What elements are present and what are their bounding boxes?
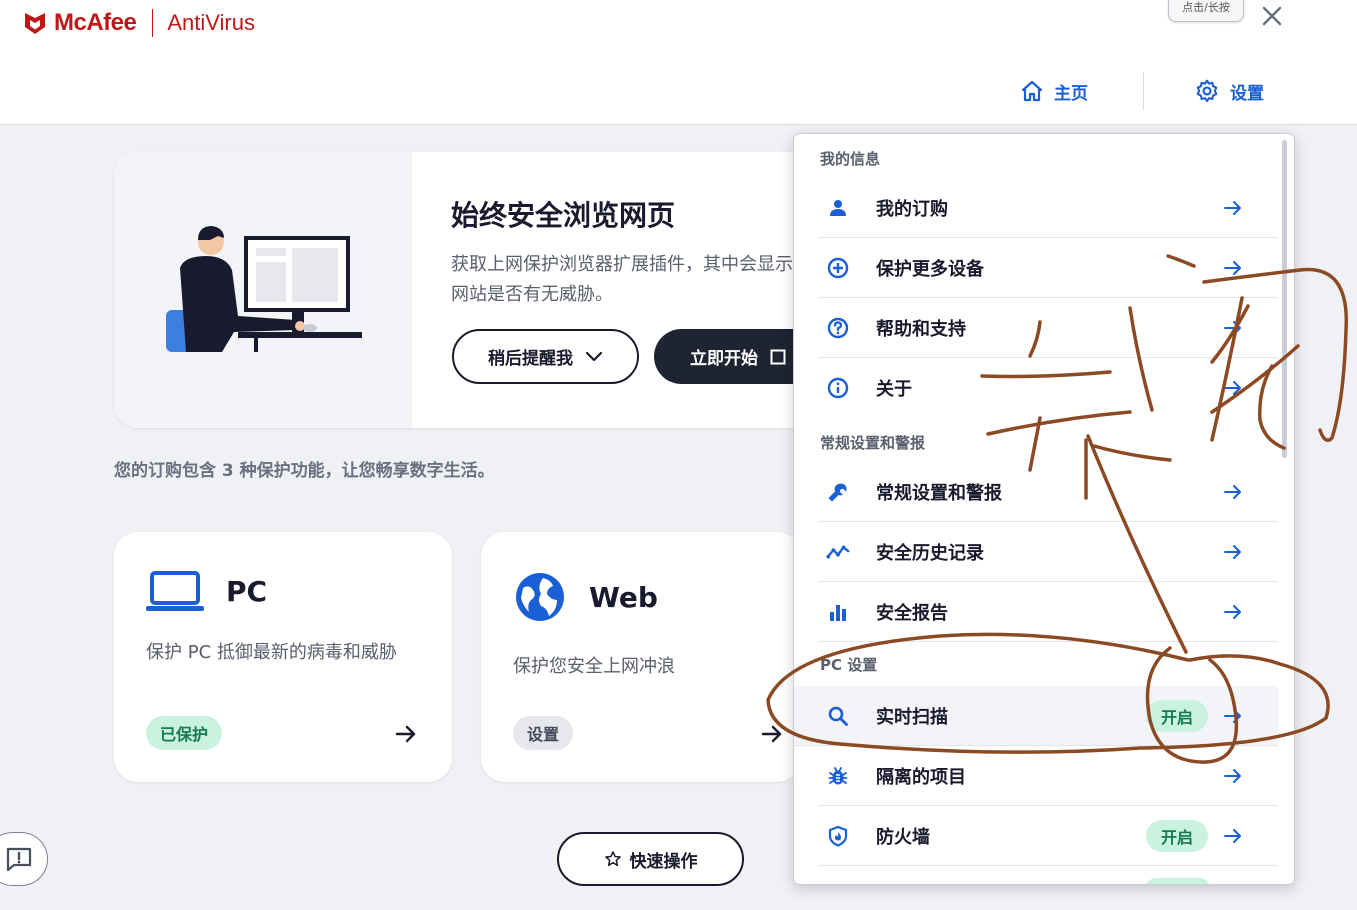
logo-divider <box>152 9 154 37</box>
search-icon <box>826 704 850 728</box>
globe-icon <box>516 573 564 621</box>
mcafee-shield-icon <box>25 13 45 34</box>
protected-badge: 已保护 <box>146 716 223 750</box>
menu-item-quarantined-items[interactable]: 隔离的项目 <box>818 746 1278 806</box>
setup-badge[interactable]: 设置 <box>513 716 574 750</box>
promo-title: 始终安全浏览网页 <box>451 199 676 232</box>
gear-icon <box>1196 79 1218 103</box>
star-icon <box>604 851 621 867</box>
shield-flame-icon <box>826 824 850 848</box>
chevron-down-icon <box>585 351 603 361</box>
menu-item-label: 安全历史记录 <box>876 543 984 564</box>
close-button[interactable] <box>1258 2 1286 30</box>
nav-settings[interactable]: 设置 <box>1194 76 1264 106</box>
person-at-computer-illustration <box>166 226 362 352</box>
pc-card-title: PC <box>226 574 268 608</box>
top-bar: McAfee AntiVirus 点击/长按 主页 设置 <box>0 0 1357 125</box>
product-name: AntiVirus <box>167 10 255 35</box>
menu-item-protect-more-devices[interactable]: 保护更多设备 <box>818 238 1278 298</box>
menu-item-label: 关于 <box>876 379 912 400</box>
start-now-label: 立即开始 <box>690 349 758 369</box>
plus-circle-icon <box>826 256 850 280</box>
menu-scrollbar[interactable] <box>1282 140 1287 458</box>
arrow-right-icon <box>1224 605 1241 619</box>
help-icon <box>826 316 850 340</box>
menu-item-security-report[interactable]: 安全报告 <box>818 582 1278 642</box>
next-item-badge-partial <box>1146 878 1210 884</box>
remind-later-label: 稍后提醒我 <box>488 349 573 369</box>
external-link-icon <box>770 349 786 364</box>
menu-item-my-subscription[interactable]: 我的订购 <box>818 178 1278 238</box>
web-card-header: Web <box>513 570 658 624</box>
menu-item-label: 帮助和支持 <box>876 319 966 340</box>
arrow-right-icon <box>1224 709 1241 723</box>
arrow-right-icon <box>1224 381 1241 395</box>
web-card-title: Web <box>589 580 658 614</box>
arrow-right-icon <box>1224 261 1241 275</box>
promo-card: 始终安全浏览网页 获取上网保护浏览器扩展插件，其中会显示网站是否有无威胁。 稍后… <box>114 152 834 428</box>
menu-item-label: 我的订购 <box>876 199 948 220</box>
section-header-my-info: 我的信息 <box>820 150 881 168</box>
arrow-right-icon <box>1224 545 1241 559</box>
close-icon <box>1262 6 1282 26</box>
promo-description: 获取上网保护浏览器扩展插件，其中会显示网站是否有无威胁。 <box>451 254 793 305</box>
menu-item-about[interactable]: 关于 <box>818 358 1278 418</box>
quick-actions-button[interactable]: 快速操作 <box>557 832 744 886</box>
arrow-right-icon <box>1224 485 1241 499</box>
arrow-right-icon <box>1224 201 1241 215</box>
wrench-icon <box>826 480 850 504</box>
activity-icon <box>826 540 850 564</box>
pc-card-header: PC <box>146 570 267 612</box>
menu-item-label: 安全报告 <box>876 603 948 624</box>
info-icon <box>826 376 850 400</box>
home-icon <box>1021 80 1043 102</box>
promo-illustration <box>114 152 412 428</box>
bar-chart-icon <box>826 600 850 624</box>
brand-name: McAfee <box>54 9 137 36</box>
arrow-right-icon[interactable] <box>394 722 418 746</box>
menu-item-realtime-scan[interactable]: 实时扫描 开启 <box>794 686 1278 746</box>
menu-item-label: 保护更多设备 <box>876 259 984 280</box>
menu-item-help-support[interactable]: 帮助和支持 <box>818 298 1278 358</box>
arrow-right-icon[interactable] <box>760 722 784 746</box>
nav-home-label: 主页 <box>1054 83 1088 104</box>
section-header-general-settings: 常规设置和警报 <box>820 434 926 452</box>
arrow-right-icon <box>1224 321 1241 335</box>
feedback-button[interactable] <box>0 832 48 886</box>
bug-icon <box>826 764 850 788</box>
nav-settings-label: 设置 <box>1230 83 1264 104</box>
arrow-right-icon <box>1224 769 1241 783</box>
menu-item-label: 实时扫描 <box>876 707 948 728</box>
laptop-icon <box>146 571 204 611</box>
menu-item-label: 隔离的项目 <box>876 767 966 788</box>
pc-card-description: 保护 PC 抵御最新的病毒和威胁 <box>146 642 397 663</box>
menu-item-general-settings-alerts[interactable]: 常规设置和警报 <box>818 462 1278 522</box>
menu-item-security-history[interactable]: 安全历史记录 <box>818 522 1278 582</box>
settings-menu: 我的信息 我的订购 保护更多设备 帮助和支持 关于 常规设置和警报 常规设置和警 <box>793 133 1295 885</box>
section-header-pc-settings: PC 设置 <box>820 656 878 674</box>
nav-divider <box>1143 72 1144 110</box>
person-icon <box>826 196 850 220</box>
menu-item-firewall[interactable]: 防火墙 开启 <box>818 806 1278 866</box>
subscription-summary: 您的订购包含 3 种保护功能，让您畅享数字生活。 <box>114 461 495 481</box>
status-badge: 开启 <box>1146 820 1209 852</box>
feedback-icon <box>6 847 32 872</box>
web-protection-card[interactable]: Web 保护您安全上网冲浪 设置 <box>481 532 801 782</box>
mcafee-logo: McAfee AntiVirus <box>22 8 255 38</box>
menu-item-label: 防火墙 <box>876 827 930 848</box>
quick-actions-label: 快速操作 <box>629 851 698 872</box>
web-card-description: 保护您安全上网冲浪 <box>513 656 675 677</box>
status-badge: 开启 <box>1146 700 1209 732</box>
nav-home[interactable]: 主页 <box>1020 76 1088 106</box>
menu-item-label: 常规设置和警报 <box>876 483 1002 504</box>
pc-protection-card[interactable]: PC 保护 PC 抵御最新的病毒和威胁 已保护 <box>114 532 452 782</box>
remind-later-button[interactable]: 稍后提醒我 <box>452 329 639 384</box>
arrow-right-icon <box>1224 829 1241 843</box>
click-hold-chip[interactable]: 点击/长按 <box>1168 0 1244 22</box>
